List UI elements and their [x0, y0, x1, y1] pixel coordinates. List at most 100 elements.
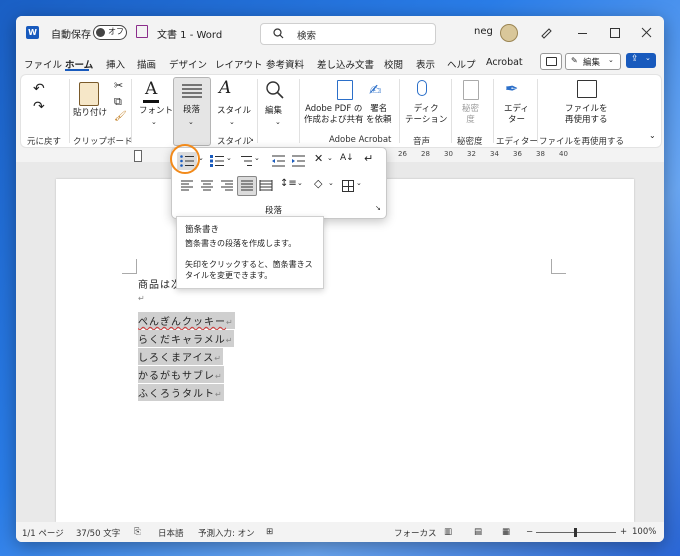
font-button-label[interactable]: フォント — [139, 106, 173, 117]
reuse-group-label: ファイルを再使用する — [539, 137, 625, 147]
align-center-icon[interactable] — [201, 180, 213, 191]
tab-references[interactable]: 参考資料 — [266, 57, 304, 71]
list-item[interactable]: しろくまアイス↵ — [138, 348, 223, 365]
tab-insert[interactable]: 挿入 — [106, 57, 125, 71]
zoom-out-icon[interactable]: − — [526, 527, 533, 537]
sort-icon[interactable]: A↓ — [340, 153, 354, 163]
create-pdf-button-label[interactable]: Adobe PDF の 作成および共有 — [304, 104, 364, 126]
autosave-toggle[interactable]: オフ — [93, 25, 127, 40]
justify-button[interactable] — [237, 176, 257, 196]
distributed-icon[interactable] — [259, 180, 273, 191]
cut-icon[interactable]: ✂ — [114, 79, 123, 92]
decrease-indent-icon[interactable] — [272, 155, 285, 167]
tab-layout[interactable]: レイアウト — [215, 57, 263, 71]
zoom-slider[interactable] — [536, 528, 616, 537]
comments-button[interactable] — [540, 53, 562, 70]
tab-view[interactable]: 表示 — [416, 57, 435, 71]
editor-button-label[interactable]: エディ ター — [504, 104, 529, 126]
predictive-input[interactable]: 予測入力: オン — [198, 527, 255, 539]
line-spacing-icon[interactable]: ↕≡ — [280, 178, 297, 189]
chevron-down-icon[interactable]: ⌄ — [356, 179, 362, 187]
microphone-icon[interactable] — [417, 80, 427, 96]
close-icon[interactable] — [641, 27, 652, 38]
signature-icon[interactable]: ✍ — [369, 81, 382, 99]
paste-button-label[interactable]: 貼り付け — [73, 108, 107, 119]
share-button[interactable]: ⇪ ⌄ — [626, 53, 656, 68]
redo-icon[interactable]: ↷ — [33, 99, 45, 115]
document-page[interactable]: 商品は次 ↵ ぺんぎんクッキー↵ らくだキャラメル↵ しろくまアイス↵ かるがも… — [56, 179, 634, 522]
minimize-icon[interactable] — [578, 33, 587, 34]
request-signature-button-label[interactable]: 署名 を依頼 — [366, 104, 392, 126]
copy-icon[interactable]: ⧉ — [114, 95, 122, 109]
tab-mailings[interactable]: 差し込み文書 — [317, 57, 374, 71]
maximize-icon[interactable] — [610, 28, 620, 38]
chevron-down-icon[interactable]: ⌄ — [297, 179, 303, 187]
list-item[interactable]: らくだキャラメル↵ — [138, 330, 235, 347]
asian-layout-icon[interactable]: ✕ — [314, 152, 323, 165]
numbered-list-icon[interactable] — [210, 155, 224, 167]
pen-icon[interactable] — [540, 26, 552, 39]
read-mode-icon[interactable]: ▥ — [444, 527, 452, 537]
paste-icon[interactable] — [79, 82, 99, 106]
chevron-down-icon: ⌄ — [229, 118, 235, 126]
indent-marker[interactable] — [134, 150, 142, 162]
shading-icon[interactable]: ◇ — [314, 177, 322, 190]
avatar[interactable] — [500, 24, 518, 42]
proofing-icon[interactable]: ⎘ — [134, 527, 141, 537]
accessibility-icon[interactable]: ⊞ — [266, 527, 273, 537]
paragraph-button[interactable]: 段落 ⌄ — [173, 77, 211, 146]
save-icon[interactable] — [136, 25, 148, 38]
web-layout-icon[interactable]: ▦ — [502, 527, 510, 537]
reuse-files-button-label[interactable]: ファイルを 再使用する — [565, 104, 608, 126]
collapse-ribbon-icon[interactable]: ⌄ — [649, 131, 656, 140]
zoom-level[interactable]: 100% — [632, 527, 656, 537]
dialog-launcher-icon[interactable]: ↘ — [375, 204, 381, 212]
list-item[interactable]: ふくろうタルト↵ — [138, 384, 224, 401]
align-right-icon[interactable] — [221, 180, 233, 191]
margin-corner-marker — [551, 259, 566, 274]
print-layout-icon[interactable]: ▤ — [474, 527, 482, 537]
increase-indent-icon[interactable] — [292, 155, 305, 167]
comment-icon — [546, 57, 557, 66]
list-item[interactable]: かるがもサブレ↵ — [138, 366, 224, 383]
search-input[interactable]: 検索 — [260, 23, 436, 45]
list-item[interactable]: ぺんぎんクッキー↵ — [138, 312, 235, 329]
focus-mode[interactable]: フォーカス — [394, 527, 437, 539]
edit-mode-button[interactable]: ✎ 編集 ⌄ — [565, 53, 621, 70]
multilevel-list-icon[interactable] — [238, 155, 252, 167]
language[interactable]: 日本語 — [158, 527, 184, 539]
chevron-down-icon[interactable]: ⌄ — [226, 154, 232, 162]
find-icon[interactable] — [266, 81, 284, 99]
page-count[interactable]: 1/1 ページ — [22, 527, 64, 539]
tooltip-description: 箇条書きの段落を作成します。 — [185, 239, 297, 248]
format-painter-icon[interactable]: 🖌 — [114, 111, 127, 122]
tab-design[interactable]: デザイン — [169, 57, 207, 71]
tab-draw[interactable]: 描画 — [137, 57, 156, 71]
chevron-down-icon[interactable]: ⌄ — [328, 179, 334, 187]
borders-icon[interactable] — [342, 180, 354, 192]
word-logo-icon: W — [26, 26, 39, 39]
reuse-files-icon[interactable] — [577, 80, 597, 98]
tab-help[interactable]: ヘルプ — [447, 57, 476, 71]
tab-acrobat[interactable]: Acrobat — [486, 57, 523, 68]
styles-button-label[interactable]: スタイル — [217, 106, 251, 117]
editing-button-label[interactable]: 編集 — [265, 106, 282, 117]
align-left-icon[interactable] — [181, 180, 193, 191]
chevron-down-icon[interactable]: ⌄ — [327, 154, 333, 162]
undo-icon[interactable]: ↶ — [33, 81, 45, 97]
paragraph-mark-icon: ↵ — [138, 294, 145, 303]
word-window: W 自動保存 オフ 文書 1 - Word 検索 neg ファイル ホーム 挿入… — [16, 16, 664, 542]
font-icon[interactable]: A — [145, 79, 157, 99]
word-count[interactable]: 37/50 文字 — [76, 527, 120, 539]
user-name[interactable]: neg — [474, 26, 493, 37]
zoom-in-icon[interactable]: + — [620, 527, 627, 537]
tab-file[interactable]: ファイル — [24, 57, 62, 71]
styles-icon[interactable]: A — [219, 78, 231, 98]
tab-review[interactable]: 校閲 — [384, 57, 403, 71]
create-pdf-icon[interactable] — [337, 80, 353, 100]
editor-icon[interactable]: ✒ — [505, 79, 518, 98]
chevron-down-icon[interactable]: ⌄ — [254, 154, 260, 162]
dialog-launcher-icon[interactable]: ↘ — [248, 135, 254, 143]
show-formatting-icon[interactable]: ↵ — [364, 152, 373, 165]
dictate-button-label[interactable]: ディク テーション — [405, 104, 447, 126]
